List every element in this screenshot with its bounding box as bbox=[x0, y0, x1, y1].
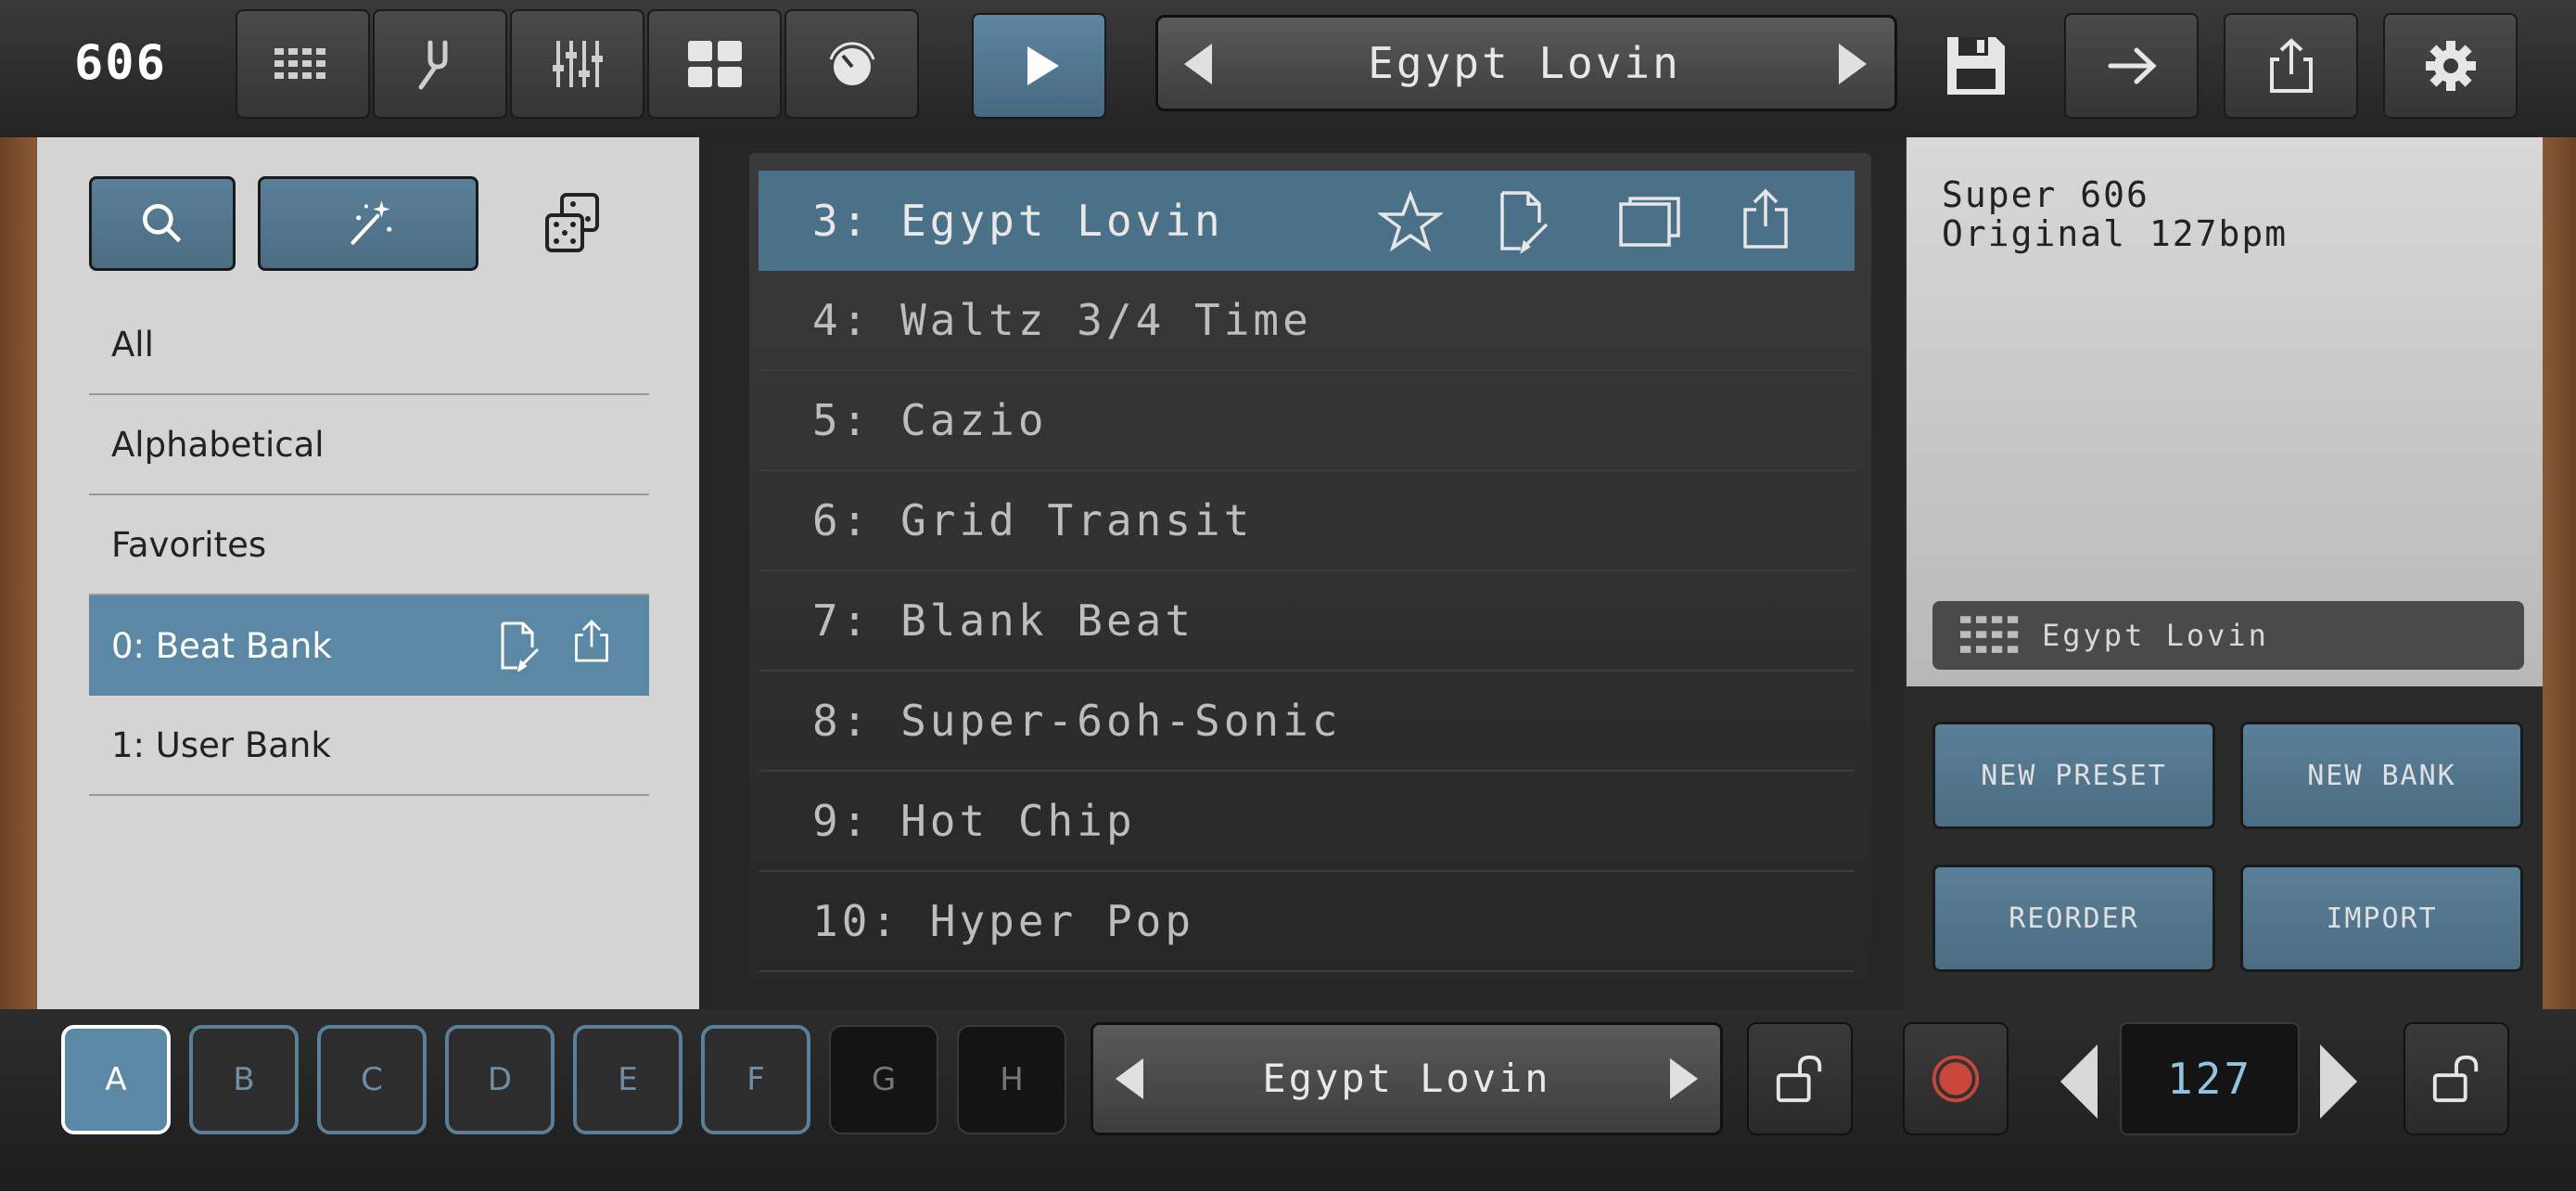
tempo-up-arrow[interactable] bbox=[2320, 1044, 2357, 1119]
pattern-slot-g[interactable]: G bbox=[829, 1025, 938, 1134]
info-line-2: Original 127bpm bbox=[1942, 213, 2289, 254]
category-favorites[interactable]: Favorites bbox=[89, 495, 649, 596]
new-bank-button[interactable]: NEW BANK bbox=[2240, 722, 2523, 829]
tempo-display[interactable]: 127 bbox=[2120, 1022, 2300, 1135]
magic-wand-icon bbox=[351, 200, 392, 245]
duplicate-icon[interactable] bbox=[1617, 195, 1682, 250]
tempo-down-arrow[interactable] bbox=[2060, 1044, 2098, 1119]
search-icon bbox=[143, 204, 182, 243]
grid-view-button[interactable] bbox=[647, 9, 782, 119]
tuning-fork-icon bbox=[418, 40, 447, 90]
preset-name-display: Egypt Lovin bbox=[1368, 38, 1681, 88]
settings-button[interactable] bbox=[2383, 13, 2518, 119]
tempo-value: 127 bbox=[2166, 1054, 2253, 1104]
knob-icon bbox=[829, 42, 874, 85]
pattern-name-display: Egypt Lovin bbox=[1262, 1056, 1551, 1101]
preset-label: 5: Cazio bbox=[812, 395, 1048, 445]
info-line-1: Super 606 bbox=[1942, 174, 2149, 215]
unlock-icon bbox=[1776, 1055, 1822, 1103]
arrow-right-icon bbox=[2108, 47, 2157, 84]
app-logo: 606 bbox=[74, 35, 167, 91]
preset-row-selected[interactable]: 3: Egypt Lovin bbox=[759, 171, 1855, 271]
pattern-slot-c[interactable]: C bbox=[317, 1025, 427, 1134]
category-label: 1: User Bank bbox=[111, 724, 331, 765]
previous-pattern-arrow[interactable] bbox=[1116, 1058, 1143, 1099]
preset-row[interactable]: 10: Hyper Pop bbox=[759, 872, 1855, 972]
search-button[interactable] bbox=[89, 176, 236, 271]
pattern-lock-button[interactable] bbox=[1747, 1022, 1853, 1135]
gear-icon bbox=[2425, 41, 2476, 91]
share-icon bbox=[2269, 38, 2313, 93]
record-icon bbox=[1932, 1055, 1980, 1103]
category-alphabetical[interactable]: Alphabetical bbox=[89, 395, 649, 495]
pattern-tag: Egypt Lovin bbox=[1932, 601, 2524, 670]
category-label: Alphabetical bbox=[111, 424, 325, 465]
preset-row[interactable]: 9: Hot Chip bbox=[759, 772, 1855, 872]
pattern-slot-a[interactable]: A bbox=[61, 1025, 171, 1134]
sequencer-icon bbox=[274, 48, 325, 79]
category-label: All bbox=[111, 324, 154, 365]
pattern-slot-e[interactable]: E bbox=[573, 1025, 682, 1134]
share-icon[interactable] bbox=[1740, 187, 1792, 252]
play-button[interactable] bbox=[972, 13, 1106, 119]
import-button[interactable]: IMPORT bbox=[2240, 864, 2523, 972]
edit-icon[interactable] bbox=[1497, 189, 1552, 254]
preset-row[interactable]: 7: Blank Beat bbox=[759, 571, 1855, 672]
category-label: 0: Beat Bank bbox=[111, 625, 332, 666]
magic-wand-button[interactable] bbox=[258, 176, 478, 271]
mixer-icon bbox=[552, 41, 603, 87]
preset-row[interactable]: 6: Grid Transit bbox=[759, 471, 1855, 571]
knob-button[interactable] bbox=[784, 9, 919, 119]
mixer-button[interactable] bbox=[510, 9, 644, 119]
dice-icon bbox=[545, 193, 599, 252]
share-button[interactable] bbox=[2224, 13, 2358, 119]
reorder-button[interactable]: REORDER bbox=[1932, 864, 2215, 972]
preset-label: 3: Egypt Lovin bbox=[812, 196, 1224, 246]
preset-row[interactable]: 8: Super-6oh-Sonic bbox=[759, 672, 1855, 772]
pattern-slot-h[interactable]: H bbox=[957, 1025, 1066, 1134]
grid-icon bbox=[687, 41, 742, 87]
preset-row[interactable]: 4: Waltz 3/4 Time bbox=[759, 271, 1855, 371]
pattern-navigator: Egypt Lovin bbox=[1090, 1022, 1723, 1135]
unlock-icon bbox=[2432, 1055, 2479, 1103]
random-dice-button[interactable] bbox=[538, 191, 608, 256]
next-button[interactable] bbox=[2064, 13, 2199, 119]
share-icon[interactable] bbox=[571, 618, 612, 666]
preset-label: 4: Waltz 3/4 Time bbox=[812, 295, 1312, 345]
preset-label: 9: Hot Chip bbox=[812, 796, 1136, 846]
preset-info-box: Super 606 Original 127bpm Egypt Lovin bbox=[1906, 137, 2543, 686]
pattern-slot-f[interactable]: F bbox=[701, 1025, 810, 1134]
preset-label: 6: Grid Transit bbox=[812, 495, 1254, 545]
edit-icon[interactable] bbox=[497, 620, 542, 672]
next-preset-arrow[interactable] bbox=[1839, 44, 1867, 84]
tuning-button[interactable] bbox=[373, 9, 507, 119]
save-icon bbox=[1947, 37, 2005, 95]
save-button[interactable] bbox=[1942, 32, 2010, 100]
pattern-slot-d[interactable]: D bbox=[445, 1025, 555, 1134]
previous-preset-arrow[interactable] bbox=[1184, 44, 1212, 84]
sequencer-button[interactable] bbox=[236, 9, 370, 119]
play-icon bbox=[1027, 46, 1059, 85]
sequencer-icon bbox=[1960, 616, 2019, 653]
preset-label: 8: Super-6oh-Sonic bbox=[812, 696, 1342, 746]
preset-navigator: Egypt Lovin bbox=[1155, 15, 1897, 111]
tempo-lock-button[interactable] bbox=[2404, 1022, 2509, 1135]
record-button[interactable] bbox=[1903, 1022, 2009, 1135]
preset-label: 7: Blank Beat bbox=[812, 596, 1195, 646]
category-label: Favorites bbox=[111, 524, 267, 565]
preset-row[interactable]: 5: Cazio bbox=[759, 371, 1855, 471]
preset-label: 10: Hyper Pop bbox=[812, 896, 1195, 946]
next-pattern-arrow[interactable] bbox=[1670, 1058, 1698, 1099]
star-icon[interactable] bbox=[1378, 189, 1443, 254]
category-all[interactable]: All bbox=[89, 295, 649, 395]
category-user-bank[interactable]: 1: User Bank bbox=[89, 696, 649, 796]
pattern-name: Egypt Lovin bbox=[2042, 618, 2269, 653]
pattern-slot-b[interactable]: B bbox=[189, 1025, 299, 1134]
category-beat-bank[interactable]: 0: Beat Bank bbox=[89, 596, 649, 696]
new-preset-button[interactable]: NEW PRESET bbox=[1932, 722, 2215, 829]
